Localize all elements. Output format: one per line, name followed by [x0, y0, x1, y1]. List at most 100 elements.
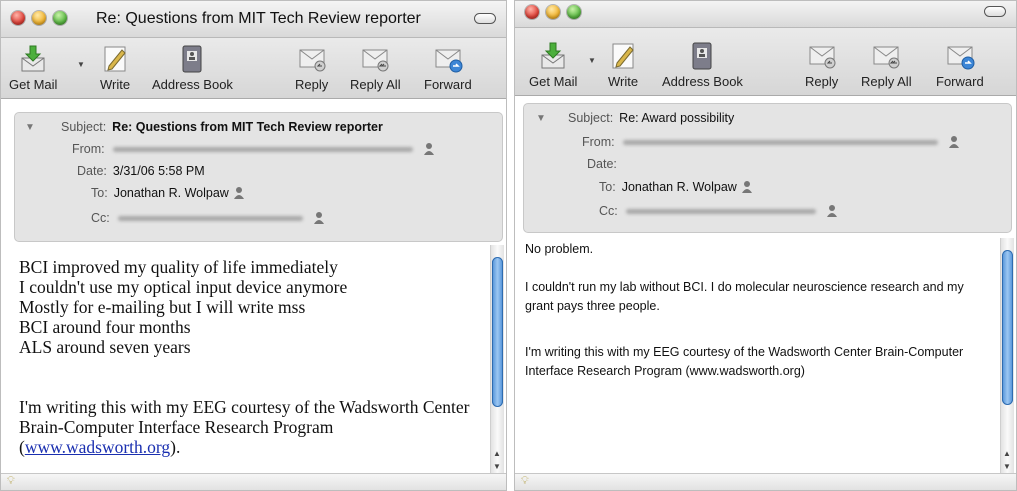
date-label: Date: [77, 164, 107, 178]
toolbar: Get Mail ▼ Write Address Book Reply Repl… [515, 28, 1016, 96]
subject-row: Subject: Re: Award possibility [568, 111, 734, 125]
body-spacer [19, 357, 489, 397]
toolbar-toggle-button[interactable] [984, 6, 1006, 17]
body-spacer [525, 316, 995, 343]
cc-label: Cc: [91, 211, 110, 225]
redacted-sender [622, 139, 938, 145]
reply-all-button[interactable]: Reply All [861, 41, 912, 89]
address-book-label: Address Book [662, 74, 743, 89]
get-mail-label: Get Mail [529, 74, 578, 89]
message-header: ▼ Subject: Re: Award possibility From: D… [523, 103, 1012, 233]
address-book-button[interactable]: Address Book [662, 41, 743, 89]
redacted-cc [625, 208, 816, 214]
person-icon[interactable] [826, 204, 838, 218]
reply-button[interactable]: Reply [295, 44, 328, 92]
write-icon [104, 46, 126, 72]
cc-label: Cc: [599, 204, 618, 218]
status-bar: 💡︎ [1, 473, 506, 490]
person-icon[interactable] [313, 211, 325, 225]
cc-row: Cc: [599, 204, 838, 218]
redacted-sender [112, 146, 413, 152]
forward-icon [435, 49, 463, 73]
toolbar: Get Mail ▼ Write Address Book Reply Repl… [1, 38, 506, 99]
forward-button[interactable]: Forward [936, 41, 984, 89]
person-icon[interactable] [423, 142, 435, 156]
window-controls [525, 5, 581, 19]
disclosure-triangle-icon[interactable]: ▼ [536, 113, 546, 124]
status-bar: 💡︎ [515, 473, 1016, 490]
reply-button[interactable]: Reply [805, 41, 838, 89]
close-button[interactable] [525, 5, 539, 19]
address-book-button[interactable]: Address Book [152, 44, 233, 92]
forward-button[interactable]: Forward [424, 44, 472, 92]
from-row: From: [582, 135, 960, 149]
get-mail-label: Get Mail [9, 77, 58, 92]
get-mail-icon [541, 42, 565, 69]
scroll-down-arrow[interactable]: ▼ [1003, 462, 1011, 471]
message-body: BCI improved my quality of life immediat… [19, 257, 489, 467]
person-icon[interactable] [233, 186, 245, 200]
toolbar-toggle-button[interactable] [474, 13, 496, 24]
from-label: From: [582, 135, 615, 149]
subject-value: Re: Award possibility [619, 111, 735, 125]
date-row: Date: 3/31/06 5:58 PM [77, 164, 205, 178]
to-label: To: [91, 186, 108, 200]
write-button[interactable]: Write [608, 41, 638, 89]
mail-window-left: Re: Questions from MIT Tech Review repor… [0, 0, 507, 491]
forward-icon [947, 46, 975, 70]
to-row: To: Jonathan R. Wolpaw [91, 186, 245, 200]
body-paragraph: I couldn't run my lab without BCI. I do … [525, 280, 964, 313]
message-body: No problem. I couldn't run my lab withou… [525, 240, 995, 470]
to-value[interactable]: Jonathan R. Wolpaw [622, 180, 737, 194]
link-close-paren: ). [170, 437, 181, 457]
body-line: BCI around four months [19, 317, 191, 337]
body-line: Mostly for e-mailing but I will write ms… [19, 297, 306, 317]
minimize-button[interactable] [32, 11, 46, 25]
zoom-button[interactable] [567, 5, 581, 19]
scroll-thumb[interactable] [492, 257, 503, 407]
get-mail-button[interactable]: Get Mail [529, 41, 577, 89]
date-value: 3/31/06 5:58 PM [112, 164, 205, 178]
title-bar[interactable]: Re: Questions from MIT Tech Review repor… [1, 1, 506, 38]
to-value[interactable]: Jonathan R. Wolpaw [114, 186, 229, 200]
address-book-icon [692, 42, 712, 70]
get-mail-button[interactable]: Get Mail [9, 44, 57, 92]
reply-all-label: Reply All [350, 77, 401, 92]
to-label: To: [599, 180, 616, 194]
forward-label: Forward [424, 77, 472, 92]
person-icon[interactable] [948, 135, 960, 149]
get-mail-dropdown-arrow[interactable]: ▼ [588, 56, 596, 65]
get-mail-dropdown-arrow[interactable]: ▼ [77, 60, 85, 69]
body-paragraph: I'm writing this with my EEG courtesy of… [19, 397, 489, 457]
write-button[interactable]: Write [100, 44, 130, 92]
scroll-down-arrow[interactable]: ▼ [493, 462, 501, 471]
body-spacer [525, 259, 995, 278]
vertical-scrollbar[interactable]: ▲ ▼ [490, 245, 504, 474]
date-row: Date: [587, 157, 623, 171]
reply-icon [299, 49, 326, 72]
disclosure-triangle-icon[interactable]: ▼ [25, 122, 35, 133]
close-button[interactable] [11, 11, 25, 25]
vertical-scrollbar[interactable]: ▲ ▼ [1000, 238, 1014, 474]
scroll-up-arrow[interactable]: ▲ [1003, 449, 1011, 458]
scroll-up-arrow[interactable]: ▲ [493, 449, 501, 458]
body-paragraph-text: I'm writing this with my EEG courtesy of… [19, 397, 470, 437]
wadsworth-link[interactable]: www.wadsworth.org [25, 437, 170, 457]
person-icon[interactable] [741, 180, 753, 194]
reply-all-button[interactable]: Reply All [350, 44, 401, 92]
window-controls [11, 11, 67, 25]
subject-label: Subject: [568, 111, 614, 125]
zoom-button[interactable] [53, 11, 67, 25]
body-line: I couldn't use my optical input device a… [19, 277, 348, 297]
minimize-button[interactable] [546, 5, 560, 19]
reply-all-icon [362, 49, 389, 72]
scroll-thumb[interactable] [1002, 250, 1013, 405]
subject-row: Subject: Re: Questions from MIT Tech Rev… [61, 120, 383, 134]
from-row: From: [72, 142, 435, 156]
title-bar[interactable] [515, 1, 1016, 28]
address-book-icon [182, 45, 202, 73]
body-paragraph: I'm writing this with my EEG courtesy of… [525, 345, 964, 378]
to-row: To: Jonathan R. Wolpaw [599, 180, 753, 194]
reply-label: Reply [295, 77, 329, 92]
body-paragraph: No problem. [525, 242, 594, 256]
